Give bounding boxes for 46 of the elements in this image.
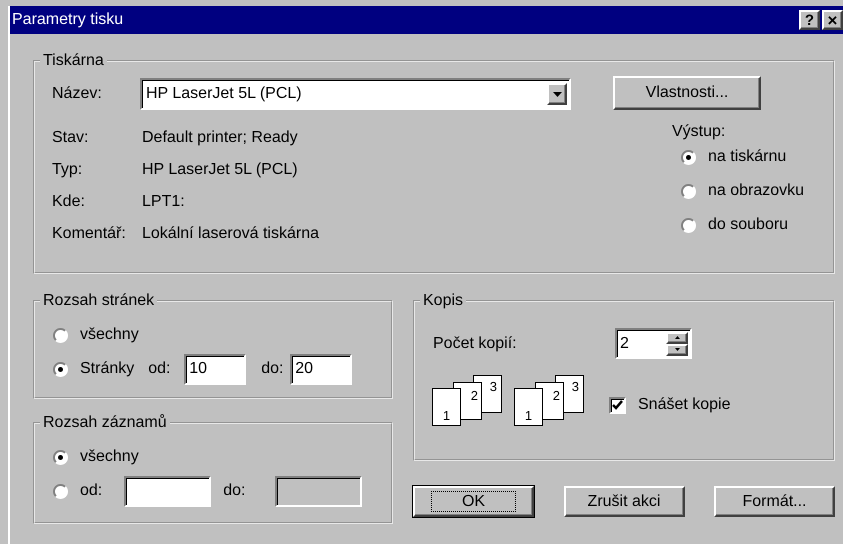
copies-label: Počet kopií: (433, 334, 518, 354)
window-title: Parametry tisku (12, 10, 124, 30)
to-field[interactable]: 20 (290, 354, 352, 384)
name-label: Název: (52, 84, 103, 104)
group-title: Kopis (422, 292, 464, 310)
info-value: Lokální laserová tiskárna (142, 224, 319, 244)
from-label: od: (148, 359, 172, 379)
radio-option[interactable]: Stránky (53, 352, 134, 386)
info-label: Typ: (52, 160, 84, 180)
radio-option[interactable]: do souboru (681, 208, 804, 242)
group-title: Rozsah stránek (42, 292, 156, 310)
radio-option[interactable]: od: (53, 474, 102, 508)
page-sheet: 1 (514, 388, 543, 426)
info-value: LPT1: (142, 192, 185, 212)
properties-button[interactable]: Vlastnosti... (613, 76, 761, 110)
printer-dropdown[interactable]: HP LaserJet 5L (PCL) (140, 78, 571, 110)
dialog-button[interactable]: Formát... (714, 486, 835, 517)
group-title: Rozsah záznamů (42, 414, 168, 432)
radio-option[interactable]: na obrazovku (681, 174, 804, 208)
spin-up-button[interactable] (666, 332, 688, 344)
info-label: Stav: (52, 128, 90, 148)
dialog-button[interactable]: OK (413, 486, 534, 517)
up-arrow-icon (674, 336, 680, 339)
page-sheet: 1 (432, 388, 461, 426)
info-label: Kde: (52, 192, 86, 212)
info-value: HP LaserJet 5L (PCL) (142, 160, 298, 180)
close-button[interactable]: × (822, 10, 843, 30)
copies-spinner[interactable]: 2 (615, 328, 692, 359)
to-label: do: (261, 359, 284, 379)
radio-option[interactable]: na tiskárnu (681, 140, 804, 174)
dropdown-button[interactable] (547, 83, 567, 105)
dialog-button[interactable]: Zrušit akci (564, 486, 684, 517)
info-label: Komentář: (52, 224, 127, 244)
radio-option[interactable]: všechny (53, 440, 391, 474)
group-title: Tiskárna (42, 52, 105, 70)
down-arrow-icon (674, 348, 680, 351)
radio-option[interactable]: všechny (53, 318, 391, 352)
output-label: Výstup: (672, 122, 726, 142)
collate-checkbox-option[interactable]: Snášet kopie (609, 393, 731, 417)
info-value: Default printer; Ready (142, 128, 298, 148)
caret-icon (552, 92, 562, 96)
to-label: do: (223, 481, 246, 501)
help-button[interactable]: ? (799, 10, 820, 30)
from-field[interactable] (124, 476, 212, 506)
from-field[interactable]: 10 (184, 354, 246, 384)
spin-down-button[interactable] (666, 344, 688, 356)
